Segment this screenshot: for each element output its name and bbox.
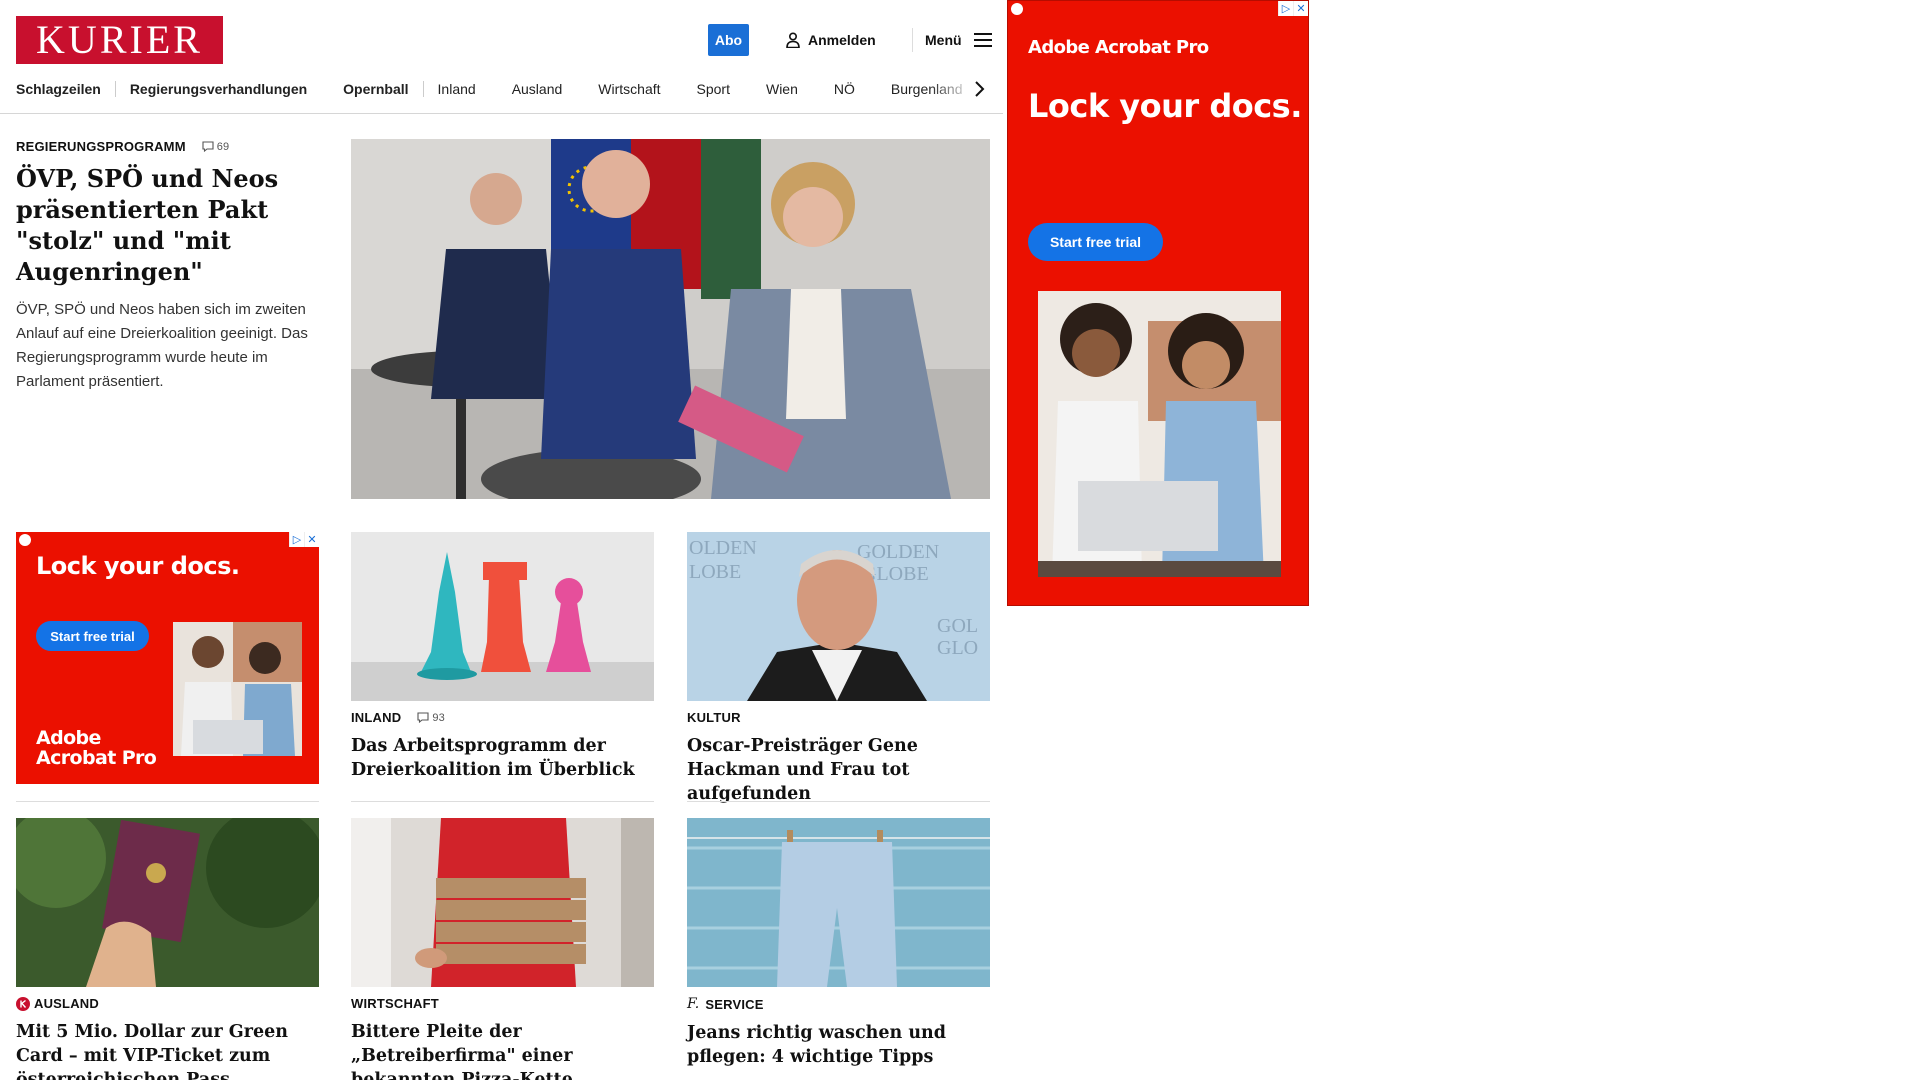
ad-large-brand-name: Acrobat Pro (1094, 37, 1209, 58)
ad-large-brand: Adobe Acrobat Pro (1028, 37, 1209, 58)
ad-close-icon[interactable]: ✕ (1293, 1, 1308, 16)
comment-icon (417, 712, 429, 723)
chevron-right-icon[interactable] (972, 78, 988, 100)
tile-comments[interactable]: 93 (417, 712, 445, 724)
tile-kicker-label: SERVICE (705, 996, 764, 1012)
ad-badge-icon (1011, 3, 1023, 15)
ad-large-cta-button[interactable]: Start free trial (1028, 223, 1163, 261)
login-button[interactable]: Anmelden (786, 28, 876, 52)
nav-item-wien[interactable]: Wien (766, 81, 834, 97)
tile-kicker-label: INLAND (351, 710, 402, 725)
ad-small-brand-line2: Acrobat Pro (36, 747, 157, 769)
ad-small-brand-line1: Adobe (36, 727, 101, 749)
ad-small-brand: Adobe Acrobat Pro (36, 727, 157, 769)
lead-article[interactable]: REGIERUNGSPROGRAMM 69 ÖVP, SPÖ und Neos … (16, 139, 326, 394)
lead-kicker-label: REGIERUNGSPROGRAMM (16, 139, 186, 154)
tile-kicker-label: AUSLAND (34, 996, 99, 1011)
nav-item-schlagzeilen[interactable]: Schlagzeilen (16, 81, 115, 97)
row-divider (687, 801, 990, 802)
tile-kicker: AUSLAND (16, 996, 319, 1011)
tile-headline[interactable]: Bittere Pleite der „Betreiberfirma" eine… (351, 1020, 654, 1080)
tile-kicker: KULTUR (687, 710, 990, 725)
ad-small-photo (173, 622, 302, 756)
tile-kicker: INLAND 93 (351, 710, 654, 725)
nav-item-inland[interactable]: Inland (424, 81, 512, 97)
chess-pieces-image (351, 532, 654, 701)
tile-headline[interactable]: Das Arbeitsprogramm der Dreierkoalition … (351, 734, 654, 782)
tile-headline[interactable]: Jeans richtig waschen und pflegen: 4 wic… (687, 1021, 990, 1069)
abo-button[interactable]: Abo (708, 24, 749, 56)
kurier-k-icon (16, 996, 30, 1011)
svg-text:OLDEN: OLDEN (689, 537, 757, 559)
ad-small-cta-button[interactable]: Start free trial (36, 621, 149, 651)
svg-text:LOBE: LOBE (689, 561, 741, 583)
ad-choices[interactable]: ▷ ✕ (289, 532, 319, 547)
tile-comments-count: 93 (432, 711, 445, 724)
svg-text:GOL: GOL (937, 615, 978, 637)
article-tile-kultur[interactable]: OLDEN LOBE GOLDEN GLOBE GOL GLO KULTUR Osca… (687, 532, 990, 806)
nav-item-regierungsverhandlungen[interactable]: Regierungsverhandlungen (116, 81, 343, 97)
article-tile-ausland[interactable]: AUSLAND Mit 5 Mio. Dollar zur Green Card… (16, 818, 319, 1080)
menu-label: Menü (925, 32, 962, 48)
jeans-image (687, 818, 990, 987)
gene-hackman-image: OLDENLOBE GOLDENGLOBE GOLGLO (687, 532, 990, 701)
lead-comments[interactable]: 69 (202, 141, 230, 153)
user-icon (786, 32, 800, 48)
ad-close-icon[interactable]: ✕ (304, 532, 319, 547)
comment-icon (202, 141, 214, 152)
article-tile-inland[interactable]: INLAND 93 Das Arbeitsprogramm der Dreier… (351, 532, 654, 782)
nav-item-opernball[interactable]: Opernball (343, 81, 422, 97)
hamburger-icon (973, 33, 992, 47)
row-divider (16, 801, 319, 802)
login-label: Anmelden (808, 32, 876, 48)
ad-badge-icon (19, 534, 31, 546)
tile-kicker: f. SERVICE (687, 996, 990, 1012)
article-tile-wirtschaft[interactable]: WIRTSCHAFT Bittere Pleite der „Betreiber… (351, 818, 654, 1080)
tile-headline[interactable]: Oscar-Preisträger Gene Hackman und Frau … (687, 734, 990, 806)
service-f-icon: f. (687, 996, 700, 1012)
ad-choices[interactable]: ▷ ✕ (1278, 1, 1308, 16)
nav-item-ausland[interactable]: Ausland (512, 81, 599, 97)
ad-large-photo (1038, 291, 1281, 577)
ad-adobe-large[interactable]: ▷ ✕ Adobe Acrobat Pro Lock your docs. St… (1007, 0, 1309, 606)
lead-kicker: REGIERUNGSPROGRAMM 69 (16, 139, 326, 154)
tile-headline[interactable]: Mit 5 Mio. Dollar zur Green Card – mit V… (16, 1020, 319, 1080)
menu-button[interactable]: Menü (925, 28, 992, 52)
ad-large-brand-prefix: Adobe (1028, 37, 1090, 58)
nav-item-sport[interactable]: Sport (697, 81, 766, 97)
nav-item-noe[interactable]: NÖ (834, 81, 891, 97)
header-divider (912, 28, 913, 52)
article-tile-service[interactable]: f. SERVICE Jeans richtig waschen und pfl… (687, 818, 990, 1069)
lead-teaser: ÖVP, SPÖ und Neos haben sich im zweiten … (16, 301, 308, 390)
nav-bottom-border (0, 113, 1003, 114)
svg-text:GOLDEN: GOLDEN (857, 541, 939, 563)
lead-comments-count: 69 (216, 140, 230, 153)
ad-adobe-small[interactable]: ▷ ✕ Lock your docs. Start free trial Ado… (16, 532, 319, 784)
ad-small-headline: Lock your docs. (36, 552, 240, 580)
kurier-logo[interactable]: KURIER (16, 16, 223, 64)
row-divider (351, 801, 654, 802)
lead-image-politicians[interactable] (351, 139, 990, 499)
pizza-boxes-image (351, 818, 654, 987)
passport-image (16, 818, 319, 987)
svg-text:GLO: GLO (937, 637, 978, 659)
ad-large-headline: Lock your docs. (1028, 87, 1302, 125)
lead-headline[interactable]: ÖVP, SPÖ und Neos präsentierten Pakt "st… (16, 163, 326, 287)
tile-kicker: WIRTSCHAFT (351, 996, 654, 1011)
ad-choices-icon[interactable]: ▷ (1278, 1, 1293, 16)
section-nav: Schlagzeilen Regierungsverhandlungen Ope… (16, 76, 998, 102)
ad-choices-icon[interactable]: ▷ (289, 532, 304, 547)
nav-item-wirtschaft[interactable]: Wirtschaft (598, 81, 696, 97)
tile-kicker-label: KULTUR (687, 710, 741, 725)
tile-kicker-label: WIRTSCHAFT (351, 996, 439, 1011)
